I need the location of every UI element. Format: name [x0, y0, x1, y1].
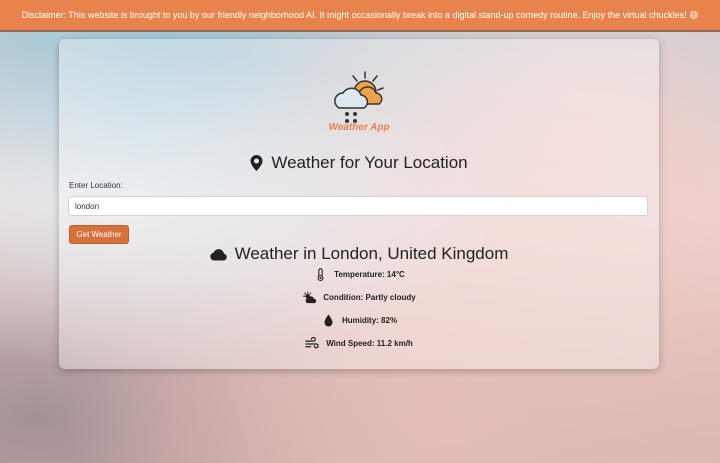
droplet-icon: [324, 314, 333, 327]
cloud-icon: [209, 248, 227, 260]
result-heading-text: Weather in London, United Kingdom: [234, 244, 509, 263]
location-heading-text: Weather for Your Location: [271, 153, 468, 172]
location-label: Enter Location:: [69, 181, 123, 190]
wind-row: Wind Speed: 11.2 km/h: [59, 337, 659, 350]
disclaimer-banner: Disclaimer: This website is brought to y…: [0, 0, 720, 32]
wind-text: Wind Speed: 11.2 km/h: [326, 339, 413, 348]
location-heading: Weather for Your Location: [59, 153, 659, 173]
wind-icon: [305, 337, 319, 349]
condition-text: Condition: Partly cloudy: [323, 293, 416, 302]
get-weather-button[interactable]: Get Weather: [69, 225, 129, 244]
location-input[interactable]: [68, 196, 648, 216]
weather-card: Weather App Weather for Your Location En…: [59, 39, 659, 369]
result-heading: Weather in London, United Kingdom: [59, 244, 659, 264]
temperature-row: Temperature: 14°C: [59, 268, 659, 281]
humidity-text: Humidity: 82%: [341, 316, 398, 325]
map-marker-icon: [250, 155, 263, 171]
condition-row: Condition: Partly cloudy: [59, 291, 659, 304]
thermometer-icon: [317, 268, 324, 281]
app-logo-text: Weather App: [328, 122, 390, 133]
disclaimer-text: Disclaimer: This website is brought to y…: [21, 9, 699, 20]
humidity-row: Humidity: 82%: [59, 314, 659, 327]
temperature-text: Temperature: 14°C: [334, 270, 405, 279]
partly-cloudy-icon: [303, 291, 317, 304]
